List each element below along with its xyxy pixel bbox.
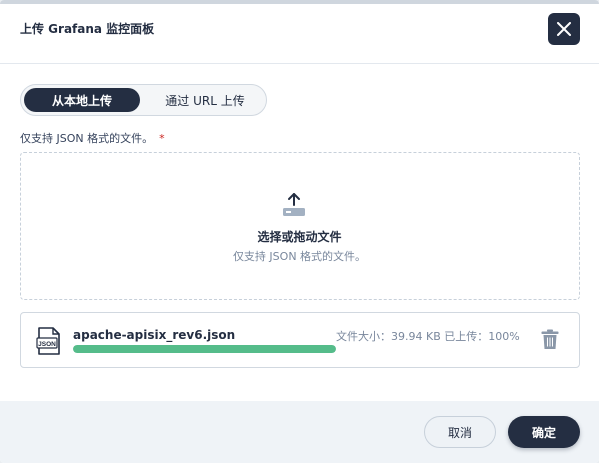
file-dropzone[interactable] [20, 152, 580, 300]
required-mark: * [159, 132, 165, 145]
upload-dialog: 上传 Grafana 监控面板 从本地上传 通过 URL 上传 仅支持 JSON… [0, 0, 599, 463]
field-hint-text: 仅支持 JSON 格式的文件。 [20, 132, 154, 145]
ok-button[interactable]: 确定 [508, 416, 580, 448]
dialog-title: 上传 Grafana 监控面板 [20, 22, 155, 36]
upload-progress-fill [73, 345, 336, 353]
upload-icon [283, 193, 305, 216]
close-icon [557, 22, 571, 36]
json-icon-text: JSON [38, 341, 56, 348]
upload-source-toggle: 从本地上传 通过 URL 上传 [20, 84, 267, 116]
cancel-button[interactable]: 取消 [424, 416, 496, 448]
dropzone-subtitle: 仅支持 JSON 格式的文件。 [232, 250, 367, 263]
tab-url-upload[interactable]: 通过 URL 上传 [147, 88, 263, 112]
dropzone-title: 选择或拖动文件 [257, 230, 342, 244]
file-name: apache-apisix_rev6.json [73, 328, 236, 342]
trash-icon[interactable] [541, 329, 559, 350]
field-hint: 仅支持 JSON 格式的文件。 * [20, 130, 165, 146]
json-file-icon: JSON [36, 327, 60, 355]
close-button[interactable] [548, 13, 580, 45]
file-meta: 文件大小：39.94 KB 已上传：100% [336, 330, 520, 343]
tab-local-upload[interactable]: 从本地上传 [24, 88, 140, 112]
upload-progress-bar [73, 345, 336, 353]
